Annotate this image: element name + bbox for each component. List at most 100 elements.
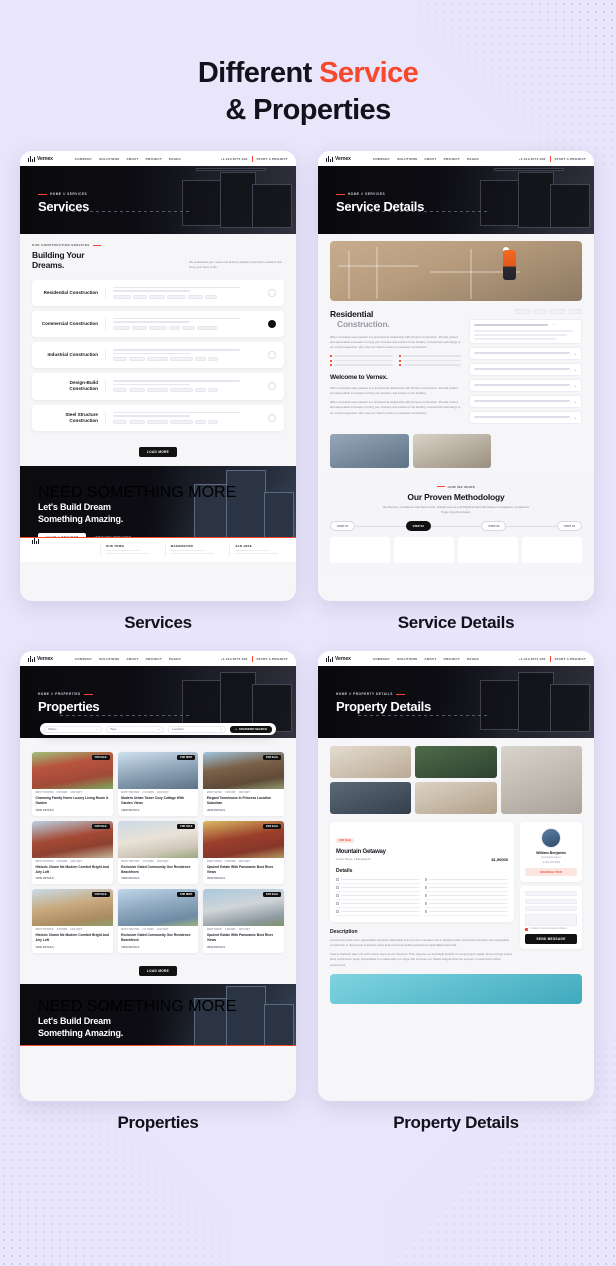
- gallery-image[interactable]: [415, 746, 497, 779]
- property-card[interactable]: FOR RENT MOST TRUSTED 2 FLOORS 1100 SQFT E…: [117, 889, 199, 953]
- property-link[interactable]: VIEW DETAILS: [118, 806, 199, 816]
- service-arrow-icon[interactable]: [268, 351, 276, 360]
- property-card[interactable]: FOR SALE MOST TRUSTED 3 FLOORS 1500 SQFT E…: [117, 820, 199, 885]
- nav-link-pages[interactable]: PAGES: [467, 657, 479, 661]
- filter-location-value: Location: [172, 727, 184, 732]
- consent-checkbox[interactable]: [525, 928, 528, 931]
- nav-link-company[interactable]: COMPANY: [373, 657, 390, 661]
- service-arrow-icon[interactable]: [268, 288, 276, 297]
- methodology-steps: STEP 01 STEP 02 STEP 03 STEP 04: [330, 521, 582, 532]
- property-link[interactable]: VIEW DETAILS: [32, 943, 113, 953]
- property-link[interactable]: VIEW DETAILS: [32, 806, 113, 816]
- property-card[interactable]: FOR SALE MOST RATED 4 ROOMS 1900 SQFT Opul…: [203, 889, 284, 953]
- nav-cta[interactable]: START A PROJECT: [555, 657, 586, 661]
- cta-primary-button[interactable]: MAKE A PROJECT: [38, 533, 87, 537]
- send-message-button[interactable]: SEND MESSAGE: [525, 933, 577, 944]
- gallery-image[interactable]: [330, 782, 412, 815]
- nav-link-solutions[interactable]: SOLUTIONS: [397, 657, 417, 661]
- property-link[interactable]: VIEW DETAILS: [203, 943, 284, 953]
- filter-location-select[interactable]: Location ⌄: [168, 725, 227, 733]
- faq-item[interactable]: ⌄: [469, 362, 582, 376]
- nav-phone[interactable]: +1-213-8771-002: [519, 657, 546, 661]
- nav-link-about[interactable]: ABOUT: [126, 657, 138, 661]
- property-link[interactable]: VIEW DETAILS: [32, 874, 113, 884]
- service-row[interactable]: Residential Construction: [32, 279, 284, 306]
- nav-link-about[interactable]: ABOUT: [424, 657, 436, 661]
- faq-item[interactable]: ⌄: [469, 378, 582, 392]
- nav-link-company[interactable]: COMPANY: [373, 157, 390, 161]
- step-tab[interactable]: STEP 01: [330, 521, 356, 532]
- logo[interactable]: Vernex: [326, 155, 351, 163]
- service-arrow-icon[interactable]: [268, 413, 276, 422]
- property-card[interactable]: FOR SALE MOST TRUSTED 3 ROOMS 1200 SQFT Hi…: [32, 820, 113, 885]
- property-link[interactable]: VIEW DETAILS: [203, 806, 284, 816]
- nav-link-project[interactable]: PROJECT: [444, 157, 460, 161]
- screenshot-services[interactable]: Vernex COMPANY SOLUTIONS ABOUT PROJECT P…: [20, 151, 296, 602]
- nav-link-solutions[interactable]: SOLUTIONS: [99, 657, 119, 661]
- nav-link-about[interactable]: ABOUT: [126, 157, 138, 161]
- faq-item[interactable]: ⌄: [469, 346, 582, 360]
- nav-link-pages[interactable]: PAGES: [467, 157, 479, 161]
- email-field[interactable]: [525, 898, 577, 904]
- filter-status-select[interactable]: Status ⌄: [44, 725, 103, 733]
- nav-cta[interactable]: START A PROJECT: [257, 657, 288, 661]
- load-more-button[interactable]: LOAD MORE: [138, 446, 178, 457]
- nav-phone[interactable]: +1-213-8771-002: [221, 157, 248, 161]
- phone-field[interactable]: [525, 906, 577, 912]
- service-row[interactable]: Industrial Construction: [32, 341, 284, 369]
- screenshot-properties[interactable]: Vernex COMPANY SOLUTIONS ABOUT PROJECT P…: [20, 651, 296, 1102]
- step-tab[interactable]: STEP 04: [556, 521, 582, 532]
- name-field[interactable]: [525, 891, 577, 897]
- cta-secondary-button[interactable]: BROWSE SERVICES: [95, 536, 131, 537]
- logo[interactable]: Vernex: [28, 155, 53, 163]
- nav-link-solutions[interactable]: SOLUTIONS: [397, 157, 417, 161]
- load-more-button[interactable]: LOAD MORE: [138, 965, 178, 976]
- property-card[interactable]: FOR SALE MOST TRUSTED 3 ROOMS 1200 SQFT Hi…: [32, 889, 113, 953]
- property-card[interactable]: FOR RENT MOST TRUSTED 2 FLOORS 1000 SQFT M…: [117, 752, 199, 816]
- nav-phone[interactable]: +1-213-8771-002: [221, 657, 248, 661]
- nav-link-about[interactable]: ABOUT: [424, 157, 436, 161]
- nav-link-pages[interactable]: PAGES: [169, 657, 181, 661]
- property-card[interactable]: FOR SALE MOST RATED 4 ROOMS 1340 SQFT Eleg…: [203, 752, 284, 816]
- step-tab[interactable]: STEP 03: [481, 521, 507, 532]
- nav-link-company[interactable]: COMPANY: [75, 657, 92, 661]
- nav-cta[interactable]: START A PROJECT: [257, 157, 288, 161]
- nav-link-project[interactable]: PROJECT: [146, 157, 162, 161]
- tag-pills: [469, 309, 582, 314]
- property-card[interactable]: FOR SALE MOST RATED 5 ROOMS 2300 SQFT Opul…: [203, 820, 284, 885]
- schedule-tour-button[interactable]: SCHEDULE TOUR: [525, 868, 577, 877]
- nav-link-company[interactable]: COMPANY: [75, 157, 92, 161]
- property-card[interactable]: FOR SALE MOST TRUSTED 3 ROOMS 1200 SQFT Ch…: [32, 752, 113, 816]
- screenshot-service-details[interactable]: Vernex COMPANY SOLUTIONS ABOUT PROJECT P…: [318, 151, 594, 602]
- nav-phone[interactable]: +1-213-8771-002: [519, 157, 546, 161]
- service-row[interactable]: Commercial Construction: [32, 310, 284, 337]
- faq-item-open[interactable]: ⌃: [469, 318, 582, 344]
- agent-phone[interactable]: +1-902-529-9803: [525, 861, 577, 864]
- service-arrow-icon[interactable]: [268, 319, 276, 328]
- service-row[interactable]: Steel Structure Construction: [32, 404, 284, 431]
- gallery-image[interactable]: [412, 433, 492, 468]
- property-link[interactable]: VIEW DETAILS: [118, 874, 199, 884]
- nav-cta[interactable]: START A PROJECT: [555, 157, 586, 161]
- service-row[interactable]: Design-Build Construction: [32, 373, 284, 400]
- gallery-image-tall[interactable]: [500, 746, 582, 815]
- property-link[interactable]: VIEW DETAILS: [118, 943, 199, 953]
- nav-link-solutions[interactable]: SOLUTIONS: [99, 157, 119, 161]
- advanced-search-button[interactable]: ⌕ ADVANCED SEARCH: [230, 725, 272, 733]
- faq-item[interactable]: ⌄: [469, 410, 582, 424]
- property-link[interactable]: VIEW DETAILS: [203, 874, 284, 884]
- filter-type-select[interactable]: Type ⌄: [106, 725, 165, 733]
- faq-item[interactable]: ⌄: [469, 394, 582, 408]
- nav-link-pages[interactable]: PAGES: [169, 157, 181, 161]
- nav-link-project[interactable]: PROJECT: [444, 657, 460, 661]
- step-tab-active[interactable]: STEP 02: [405, 521, 431, 532]
- screenshot-property-details[interactable]: Vernex COMPANY SOLUTIONS ABOUT PROJECT P…: [318, 651, 594, 1102]
- nav-link-project[interactable]: PROJECT: [146, 657, 162, 661]
- gallery-image-main[interactable]: [330, 746, 412, 779]
- service-arrow-icon[interactable]: [268, 382, 276, 391]
- logo[interactable]: Vernex: [326, 655, 351, 663]
- logo[interactable]: Vernex: [28, 655, 53, 663]
- message-field[interactable]: [525, 913, 577, 926]
- gallery-image[interactable]: [415, 782, 497, 815]
- gallery-image[interactable]: [330, 433, 409, 468]
